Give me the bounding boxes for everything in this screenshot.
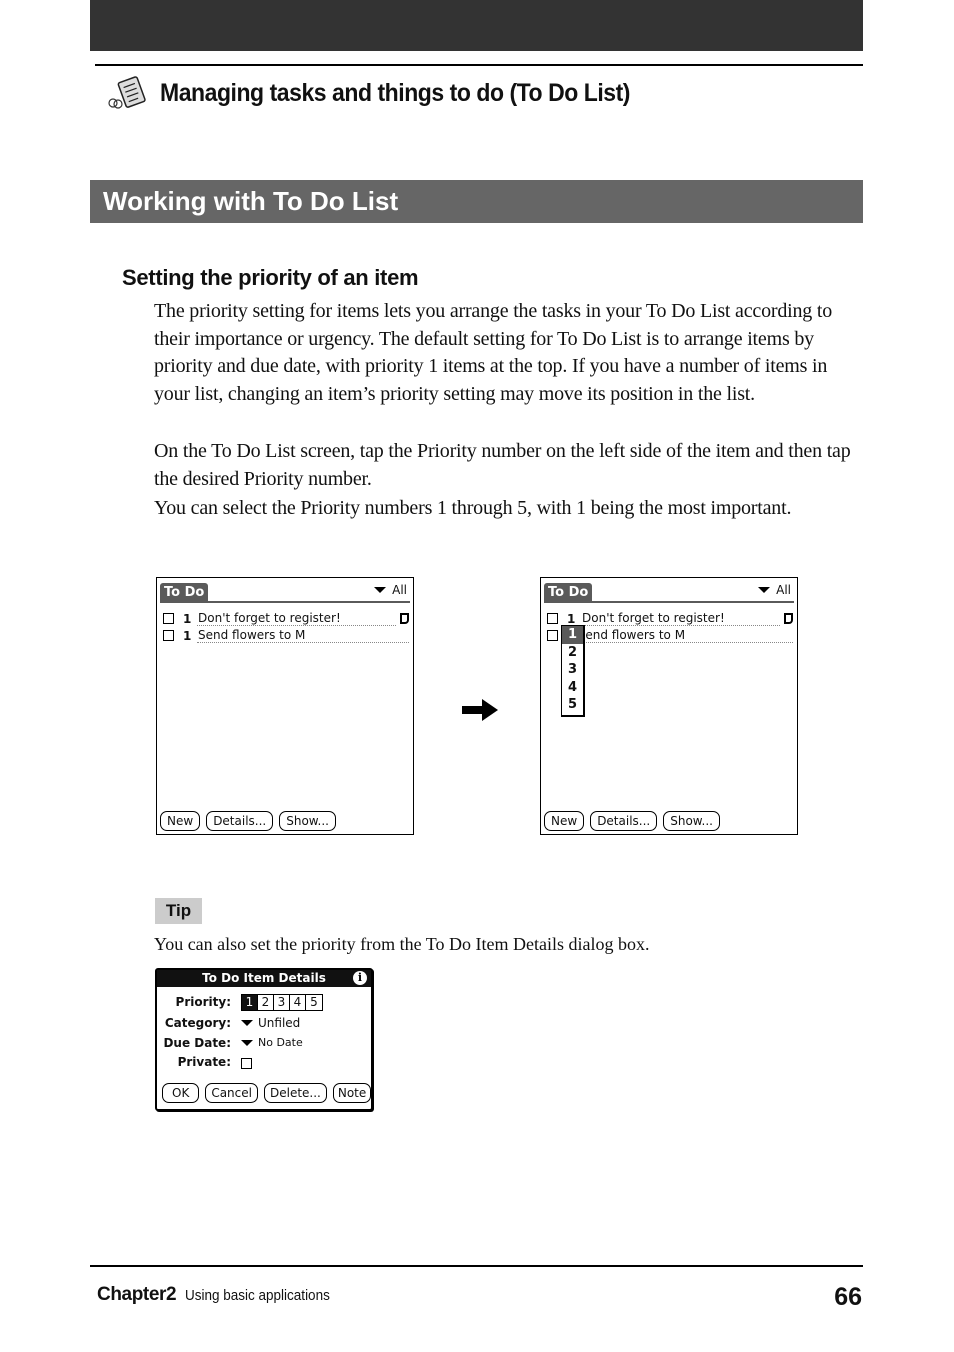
due-date-value: No Date — [258, 1036, 303, 1049]
paragraph: The priority setting for items lets you … — [154, 300, 833, 405]
priority-label: Priority: — [175, 995, 231, 1009]
details-button[interactable]: Details... — [590, 811, 658, 831]
note-icon[interactable] — [784, 613, 793, 624]
todo-list-icon — [108, 76, 146, 109]
button-bar: New Details... Show... — [160, 811, 336, 831]
todo-screen-before: To Do All 1 Don't forget to register! 1 … — [156, 577, 414, 835]
priority-option[interactable]: 1 — [242, 995, 258, 1010]
dialog-title: To Do Item Details — [202, 971, 326, 985]
priority-option[interactable]: 2 — [258, 995, 274, 1010]
priority-option[interactable]: 3 — [562, 661, 583, 679]
checkbox[interactable] — [547, 630, 558, 641]
chapter-title: Managing tasks and things to do (To Do L… — [106, 76, 671, 110]
delete-button[interactable]: Delete... — [263, 1083, 327, 1103]
priority-option[interactable]: 5 — [562, 696, 583, 714]
note-icon[interactable] — [400, 613, 409, 624]
checkbox[interactable] — [163, 630, 174, 641]
info-icon[interactable]: i — [353, 971, 367, 985]
dialog-title-bar: To Do Item Details i — [157, 970, 371, 987]
category-value: All — [776, 583, 791, 597]
due-date-dropdown[interactable]: No Date — [241, 1036, 303, 1049]
cancel-button[interactable]: Cancel — [205, 1083, 258, 1103]
section-title: Working with To Do List — [103, 186, 399, 216]
dropdown-triangle-icon — [241, 1039, 253, 1046]
category-value: Unfiled — [258, 1016, 301, 1030]
priority-number[interactable]: 1 — [183, 612, 197, 626]
paragraph: You can select the Priority numbers 1 th… — [154, 497, 792, 519]
chapter-label: Chapter2 — [97, 1284, 177, 1305]
footer-chapter: Chapter2 Using basic applications — [97, 1284, 346, 1306]
private-field — [241, 1058, 252, 1069]
page-header-bar — [90, 0, 863, 51]
item-text[interactable]: iend flowers to M — [581, 628, 793, 643]
todo-screen-after: To Do All 1 Don't forget to register! ie… — [540, 577, 798, 835]
footer-rule — [90, 1265, 863, 1267]
note-button[interactable]: Note — [332, 1083, 372, 1103]
title-underline — [544, 601, 794, 603]
list-item[interactable]: 1 Send flowers to M — [163, 627, 409, 644]
new-button[interactable]: New — [544, 811, 585, 831]
item-text[interactable]: Don't forget to register! — [581, 611, 780, 626]
dialog-button-bar: OK Cancel Delete... Note — [162, 1083, 372, 1103]
new-button[interactable]: New — [160, 811, 201, 831]
paragraph: On the To Do List screen, tap the Priori… — [154, 440, 851, 490]
show-button[interactable]: Show... — [663, 811, 720, 831]
category-picker[interactable]: All — [758, 583, 791, 597]
due-date-label: Due Date: — [163, 1036, 231, 1050]
private-label: Private: — [177, 1055, 231, 1069]
priority-option[interactable]: 5 — [306, 995, 322, 1010]
priority-option[interactable]: 3 — [274, 995, 290, 1010]
button-bar: New Details... Show... — [544, 811, 720, 831]
show-button[interactable]: Show... — [279, 811, 336, 831]
page-number: 66 — [834, 1283, 862, 1311]
app-title-tab[interactable]: To Do — [160, 583, 209, 602]
chapter-heading: Managing tasks and things to do (To Do L… — [160, 78, 630, 107]
priority-popup-list[interactable]: 1 2 3 4 5 — [561, 625, 585, 717]
todo-item-details-dialog: To Do Item Details i Priority: 1 2 3 4 5… — [155, 968, 373, 1111]
private-checkbox[interactable] — [241, 1058, 252, 1069]
list-item[interactable]: 1 Don't forget to register! — [163, 610, 409, 627]
title-rule — [95, 64, 863, 66]
priority-option[interactable]: 4 — [562, 679, 583, 697]
chapter-subtitle: Using basic applications — [185, 1287, 330, 1304]
ok-button[interactable]: OK — [162, 1083, 200, 1103]
category-picker[interactable]: All — [374, 583, 407, 597]
right-arrow-icon — [462, 699, 498, 721]
priority-number[interactable]: 1 — [567, 612, 581, 626]
dropdown-triangle-icon — [758, 587, 771, 593]
tip-text: You can also set the priority from the T… — [154, 934, 650, 954]
item-text[interactable]: Send flowers to M — [197, 628, 409, 643]
subheading: Setting the priority of an item — [122, 265, 419, 290]
section-bar: Working with To Do List — [90, 180, 863, 223]
priority-option[interactable]: 4 — [290, 995, 306, 1010]
priority-selector: 1 2 3 4 5 — [241, 994, 323, 1011]
app-title-tab[interactable]: To Do — [544, 583, 593, 602]
category-value: All — [392, 583, 407, 597]
category-label: Category: — [164, 1016, 231, 1030]
title-underline — [160, 601, 410, 603]
dropdown-triangle-icon — [374, 587, 387, 593]
dropdown-triangle-icon — [241, 1020, 253, 1026]
checkbox[interactable] — [163, 613, 174, 624]
item-text[interactable]: Don't forget to register! — [197, 611, 396, 626]
priority-number[interactable]: 1 — [183, 629, 197, 643]
category-dropdown[interactable]: Unfiled — [241, 1016, 300, 1030]
priority-option[interactable]: 2 — [562, 644, 583, 662]
checkbox[interactable] — [547, 613, 558, 624]
priority-option[interactable]: 1 — [562, 626, 583, 644]
tip-label: Tip — [155, 898, 202, 924]
details-button[interactable]: Details... — [206, 811, 274, 831]
